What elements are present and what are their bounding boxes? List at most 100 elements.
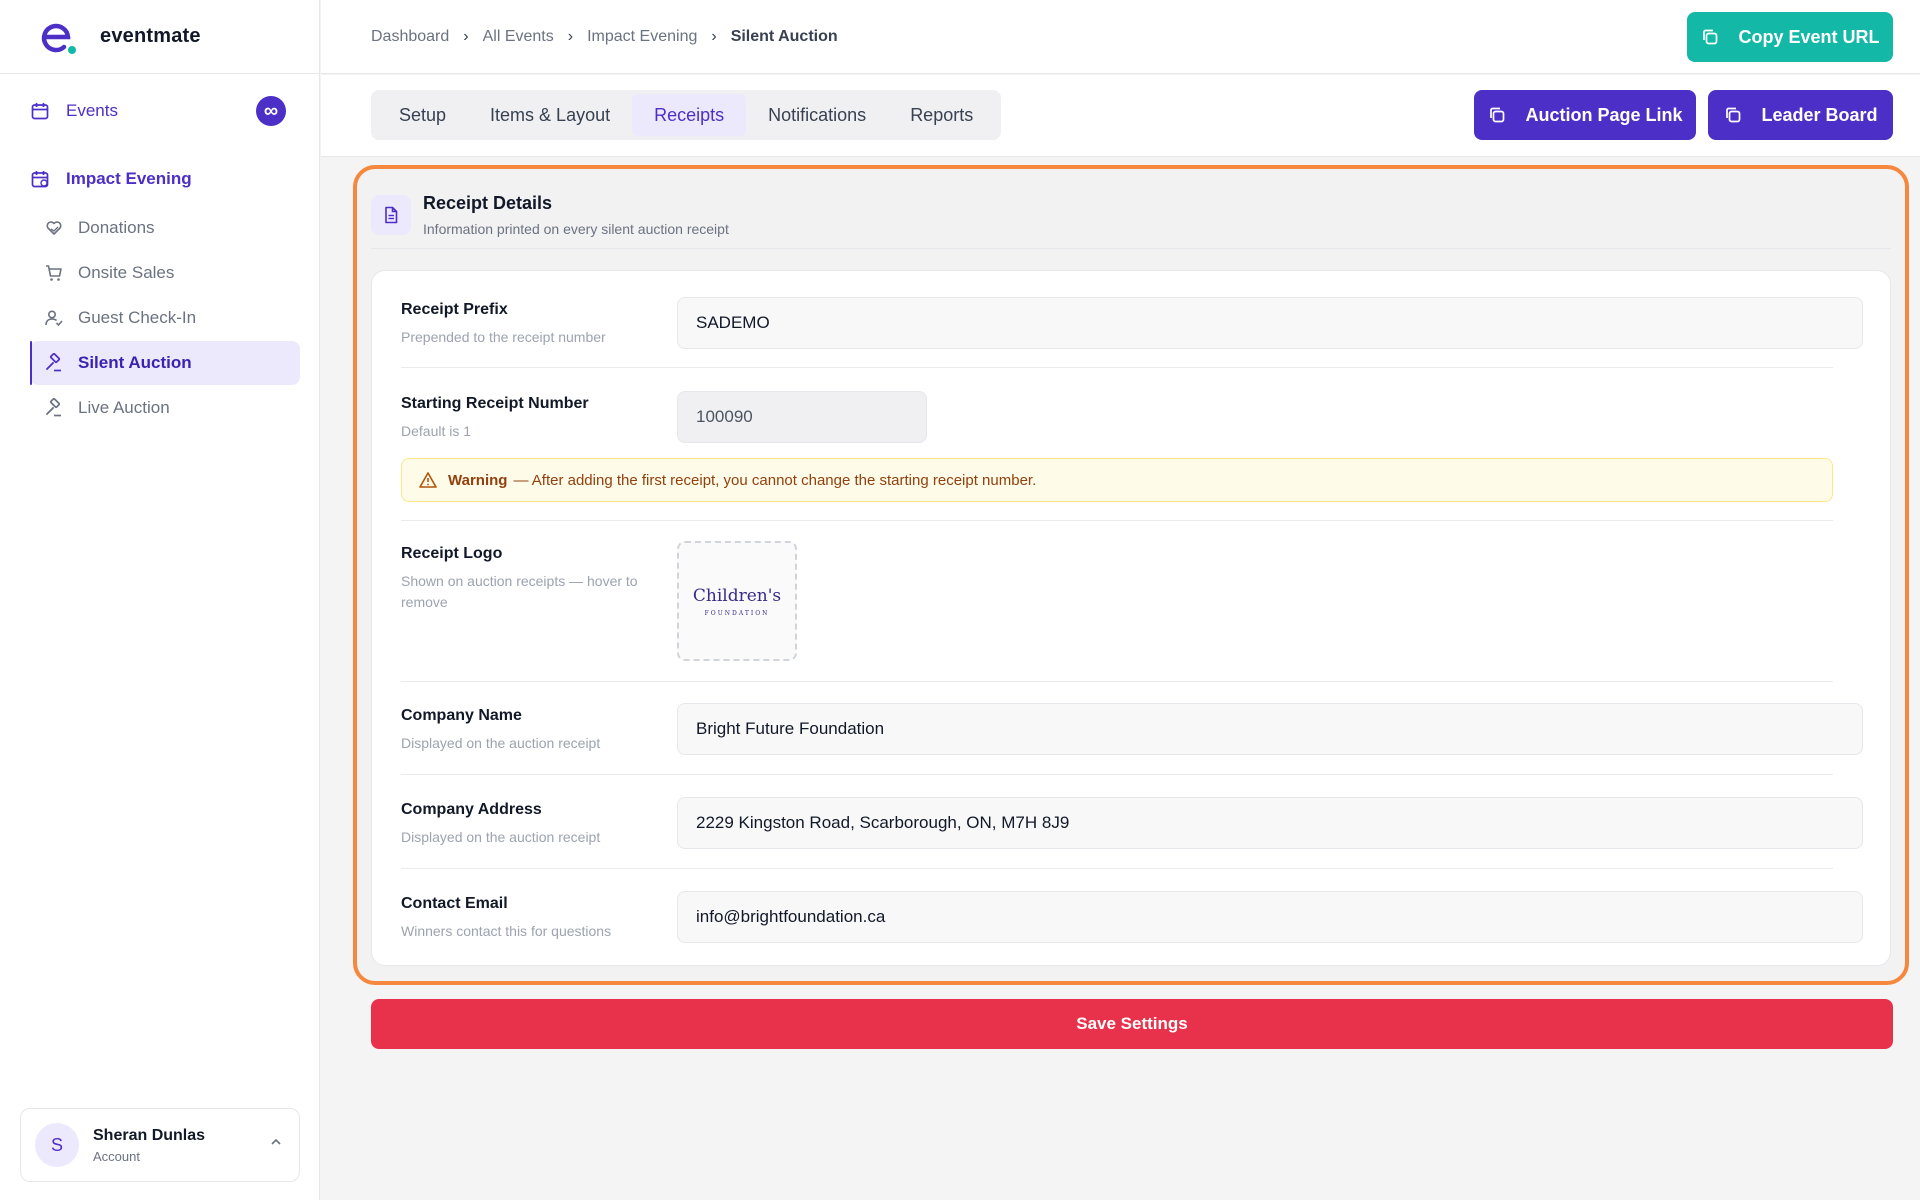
company-address-label: Company Address: [401, 801, 542, 818]
divider: [401, 774, 1833, 775]
leader-board-label: Leader Board: [1761, 104, 1878, 125]
company-address-help: Displayed on the auction receipt: [401, 829, 601, 845]
avatar: S: [35, 1123, 79, 1167]
chevron-right-icon: ›: [711, 28, 717, 45]
subbar: Setup Items & Layout Receipts Notificati…: [321, 75, 1920, 157]
calendar-icon: [31, 103, 49, 120]
company-name-row: Company Name Displayed on the auction re…: [401, 703, 1863, 755]
nav-section: Impact Evening Donations Onsite Sales Gu…: [30, 162, 300, 430]
nav-section-label: Impact Evening: [66, 169, 192, 188]
warning-message: — After adding the first receipt, you ca…: [513, 471, 1037, 489]
tab-reports[interactable]: Reports: [888, 94, 995, 136]
company-name-input[interactable]: Bright Future Foundation: [677, 703, 1863, 755]
account-menu[interactable]: S Sheran Dunlas Account: [20, 1108, 300, 1182]
receipt-logo-label: Receipt Logo: [401, 545, 503, 562]
starting-number-input[interactable]: 100090: [677, 391, 927, 443]
sidebar-item-onsite-sales[interactable]: Onsite Sales: [30, 251, 300, 295]
logo-text: Children's: [692, 585, 782, 606]
sidebar-item-donations[interactable]: Donations: [30, 206, 300, 250]
company-name-help: Displayed on the auction receipt: [401, 735, 601, 751]
infinity-badge: ∞: [256, 96, 286, 126]
tab-items-layout[interactable]: Items & Layout: [468, 94, 632, 136]
logo-subtext: FOUNDATION: [704, 609, 770, 617]
starting-number-row: Starting Receipt Number Default is 1 100…: [401, 391, 1833, 443]
tab-bar: Setup Items & Layout Receipts Notificati…: [371, 90, 1002, 140]
auction-page-link-button[interactable]: Auction Page Link: [1474, 90, 1696, 140]
copy-event-url-label: Copy Event URL: [1738, 26, 1880, 47]
divider: [401, 681, 1833, 682]
sidebar-item-label: Guest Check-In: [78, 308, 197, 327]
calendar-check-icon: [31, 171, 49, 188]
sidebar-item-silent-auction[interactable]: Silent Auction: [30, 341, 300, 385]
card-title: Receipt Details: [423, 193, 553, 213]
sidebar-item-label: Onsite Sales: [78, 263, 175, 282]
contact-email-help: Winners contact this for questions: [401, 923, 612, 939]
tab-setup[interactable]: Setup: [377, 94, 468, 136]
copy-icon: [1703, 29, 1718, 45]
brand: eventmate: [0, 0, 319, 74]
auction-page-link-label: Auction Page Link: [1525, 104, 1683, 125]
receipt-details-card: Receipt Details Information printed on e…: [353, 165, 1909, 985]
nav-events[interactable]: Events ∞: [30, 93, 286, 129]
cart-icon: [46, 265, 62, 281]
contact-email-row: Contact Email Winners contact this for q…: [401, 891, 1863, 943]
receipt-logo-row: Receipt Logo Shown on auction receipts —…: [401, 541, 1833, 661]
sidebar-item-live-auction[interactable]: Live Auction: [30, 386, 300, 430]
receipt-logo-preview[interactable]: Children's FOUNDATION: [677, 541, 797, 661]
card-subtitle: Information printed on every silent auct…: [423, 221, 729, 237]
breadcrumb-all-events[interactable]: All Events: [483, 28, 554, 46]
copy-icon: [1726, 107, 1741, 123]
chevron-right-icon: ›: [463, 28, 469, 45]
breadcrumb-current: Silent Auction: [730, 28, 838, 45]
receipt-form: Receipt Prefix Prepended to the receipt …: [371, 270, 1891, 966]
document-icon: [371, 195, 411, 235]
brand-name: eventmate: [100, 25, 201, 47]
sidebar-item-label: Donations: [78, 218, 155, 237]
gavel-icon: [46, 398, 61, 417]
sidebar: eventmate Events ∞ Impact Evening Donati…: [0, 0, 320, 1200]
divider: [401, 367, 1833, 368]
sidebar-item-label: Silent Auction: [78, 353, 192, 372]
warning-title: Warning: [448, 471, 508, 489]
leader-board-button[interactable]: Leader Board: [1708, 90, 1893, 140]
breadcrumb: Dashboard › All Events › Impact Evening …: [371, 28, 838, 46]
receipt-prefix-help: Prepended to the receipt number: [401, 329, 606, 345]
receipt-prefix-row: Receipt Prefix Prepended to the receipt …: [401, 297, 1863, 349]
company-name-label: Company Name: [401, 707, 522, 724]
warning-icon: [419, 472, 437, 488]
sidebar-item-guest-check-in[interactable]: Guest Check-In: [30, 296, 300, 340]
sidebar-item-label: Live Auction: [78, 398, 170, 417]
nav-list: Donations Onsite Sales Guest Check-In Si…: [30, 206, 300, 430]
warning-banner: Warning — After adding the first receipt…: [401, 458, 1833, 502]
company-address-input[interactable]: 2229 Kingston Road, Scarborough, ON, M7H…: [677, 797, 1863, 849]
heart-hand-icon: [46, 221, 62, 235]
contact-email-input[interactable]: info@brightfoundation.ca: [677, 891, 1863, 943]
topbar: Dashboard › All Events › Impact Evening …: [321, 0, 1920, 74]
card-header: Receipt Details Information printed on e…: [371, 191, 1891, 249]
contact-email-label: Contact Email: [401, 895, 508, 912]
starting-number-help: Default is 1: [401, 423, 472, 439]
account-text: Sheran Dunlas Account: [93, 1127, 205, 1164]
nav-events-label: Events: [66, 101, 118, 120]
company-address-row: Company Address Displayed on the auction…: [401, 797, 1863, 849]
divider: [401, 868, 1833, 869]
account-name: Sheran Dunlas: [93, 1126, 206, 1144]
starting-number-label: Starting Receipt Number: [401, 395, 589, 412]
tab-notifications[interactable]: Notifications: [746, 94, 888, 136]
divider: [401, 520, 1833, 521]
nav-section-impact-evening[interactable]: Impact Evening: [30, 162, 300, 196]
eventmate-logo-icon[interactable]: [40, 17, 80, 57]
copy-event-url-button[interactable]: Copy Event URL: [1687, 12, 1893, 62]
tab-receipts[interactable]: Receipts: [632, 94, 747, 136]
receipt-logo-help: Shown on auction receipts — hover to rem…: [401, 573, 638, 610]
save-settings-button[interactable]: Save Settings: [371, 999, 1893, 1049]
user-check-icon: [45, 310, 63, 327]
breadcrumb-dashboard[interactable]: Dashboard: [371, 28, 449, 46]
receipt-prefix-label: Receipt Prefix: [401, 301, 508, 318]
receipt-prefix-input[interactable]: SADEMO: [677, 297, 1863, 349]
chevron-up-icon[interactable]: [269, 1135, 283, 1149]
account-role: Account: [93, 1148, 140, 1164]
gavel-icon: [46, 353, 61, 372]
breadcrumb-impact-evening[interactable]: Impact Evening: [587, 28, 697, 46]
chevron-right-icon: ›: [567, 28, 574, 45]
